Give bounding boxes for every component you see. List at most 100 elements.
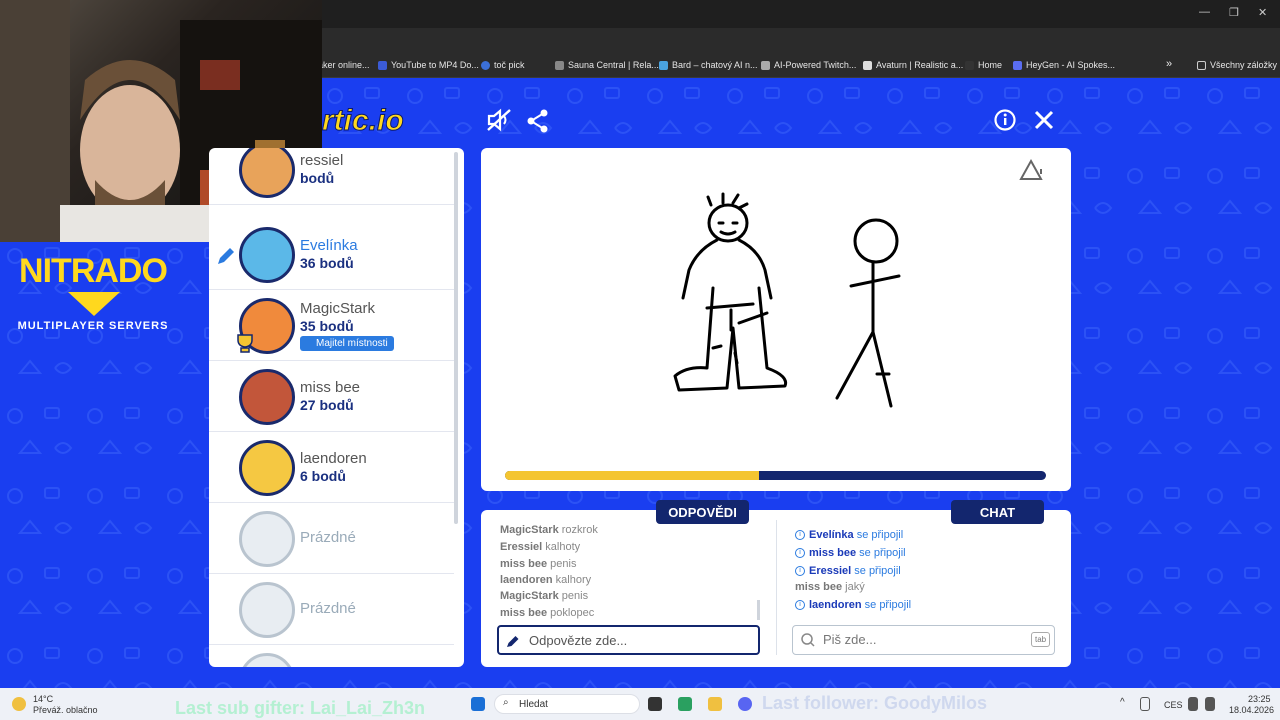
weather-text: Převáž. oblačno <box>33 705 98 715</box>
taskbar-search[interactable]: ⌕ Hledat <box>494 694 640 714</box>
bookmark[interactable]: Home <box>965 60 1002 70</box>
empty-slot <box>209 645 454 667</box>
player-avatar <box>239 369 295 425</box>
pencil-icon <box>218 248 234 264</box>
info-icon: i <box>795 566 805 577</box>
sponsor-arrow-icon <box>68 292 120 316</box>
warning-icon <box>1019 158 1043 180</box>
stream-overlay-follower: Last follower: GoodyMilos <box>762 693 988 713</box>
tab-answers[interactable]: ODPOVĚDI <box>656 500 749 524</box>
bookmark[interactable]: YouTube to MP4 Do... <box>378 60 479 70</box>
info-icon: i <box>795 548 805 559</box>
answer-item: Eressiel kalhoty <box>500 541 581 553</box>
chat-message: i Eressiel se připojil <box>795 565 901 577</box>
player-row-drawing: Evelínka 36 bodů <box>209 219 454 290</box>
sponsor-title: NITRADO <box>19 252 168 290</box>
mute-icon[interactable] <box>486 108 512 132</box>
chat-message: i laendoren se připojil <box>795 599 911 611</box>
chat-message: i miss bee se připojil <box>795 547 906 559</box>
discord-icon[interactable] <box>738 697 752 711</box>
drawing <box>673 158 1043 408</box>
stick-figures <box>673 192 901 408</box>
restore-icon[interactable]: ❐ <box>1229 6 1239 19</box>
player-avatar <box>239 148 295 198</box>
weather-temp: 14°C <box>33 694 54 704</box>
round-timer-fill <box>505 471 760 480</box>
empty-slot: Prázdné <box>209 574 454 645</box>
start-icon[interactable] <box>471 697 485 711</box>
empty-avatar <box>239 582 295 638</box>
player-name: miss bee <box>300 379 361 396</box>
weather-icon <box>12 697 26 711</box>
player-score: 27 bodů <box>300 397 354 413</box>
room-owner-badge: Majitel místnosti <box>300 336 394 351</box>
empty-label: Prázdné <box>300 529 356 546</box>
search-icon <box>801 633 815 647</box>
answer-input[interactable]: Odpovězte zde... <box>497 625 760 655</box>
player-avatar <box>239 440 295 496</box>
bookmark[interactable]: Avaturn | Realistic a... <box>863 60 963 70</box>
panel-divider <box>776 520 777 655</box>
trophy-icon <box>237 334 253 353</box>
bookmark[interactable]: HeyGen - AI Spokes... <box>1013 60 1115 70</box>
answer-item: miss bee penis <box>500 558 577 570</box>
player-row: miss bee 27 bodů <box>209 361 454 432</box>
search-icon: ⌕ <box>503 697 509 708</box>
empty-slot: Prázdné <box>209 503 454 574</box>
clock-time[interactable]: 23:25 <box>1248 694 1271 704</box>
info-icon: i <box>795 600 805 611</box>
more-bookmarks-icon[interactable]: » <box>1166 58 1172 70</box>
player-name: Evelínka <box>300 237 358 254</box>
player-name: MagicStark <box>300 300 376 317</box>
player-row: MagicStark 35 bodů Majitel místnosti <box>209 290 454 361</box>
player-row: ressiel bodů <box>209 148 454 205</box>
stream-overlay-sub-gifter: Last sub gifter: Lai_Lai_Zh3n <box>175 698 426 718</box>
info-icon[interactable] <box>994 109 1016 131</box>
explorer-icon[interactable] <box>708 697 722 711</box>
app-icon[interactable] <box>678 697 692 711</box>
chat-input[interactable]: Piš zde... tab <box>792 625 1055 655</box>
close-icon[interactable] <box>1034 110 1054 130</box>
info-icon: i <box>795 530 805 541</box>
drawing-canvas[interactable] <box>481 148 1071 491</box>
sponsor-subtitle: MULTIPLAYER SERVERS <box>17 320 169 332</box>
bookmark[interactable]: toč pick <box>481 60 525 70</box>
tab-chat[interactable]: CHAT <box>951 500 1044 524</box>
language-indicator[interactable]: CES <box>1164 700 1183 710</box>
answer-item: MagicStark rozkrok <box>500 524 598 536</box>
bookmark[interactable]: Bard – chatový AI n... <box>659 60 758 70</box>
empty-label: Prázdné <box>300 600 356 617</box>
player-score: 6 bodů <box>300 468 346 484</box>
chat-message: i Evelínka se připojil <box>795 529 903 541</box>
answer-item: miss bee poklopec <box>500 607 595 619</box>
players-panel: ressiel bodů Evelínka 36 bodů MagicStark… <box>209 148 464 667</box>
tab-hint: tab <box>1031 632 1051 647</box>
task-view-icon[interactable] <box>648 697 662 711</box>
volume-icon[interactable] <box>1205 697 1215 711</box>
player-score: 35 bodů <box>300 318 354 334</box>
answer-item: MagicStark penis <box>500 590 589 602</box>
bookmark[interactable]: Sauna Central | Rela... <box>555 60 659 70</box>
bookmark[interactable]: aker online... <box>318 60 370 70</box>
clock-date[interactable]: 18.04.2026 <box>1229 705 1274 715</box>
round-timer-bar <box>505 471 1046 480</box>
tray-chevron-icon[interactable]: ^ <box>1120 697 1125 708</box>
microphone-icon[interactable] <box>1140 697 1150 711</box>
empty-avatar <box>239 511 295 567</box>
player-name: ressiel <box>300 152 344 169</box>
empty-avatar <box>239 653 295 667</box>
bookmark[interactable]: AI-Powered Twitch... <box>761 60 856 70</box>
players-scrollbar[interactable] <box>454 152 458 524</box>
player-name: laendoren <box>300 450 367 467</box>
player-avatar <box>239 227 295 283</box>
player-score: 36 bodů <box>300 255 354 271</box>
player-row: laendoren 6 bodů <box>209 432 454 503</box>
game-logo: rtic.io <box>322 104 405 138</box>
player-score: bodů <box>300 170 335 186</box>
all-bookmarks[interactable]: Všechny záložky <box>1197 60 1277 70</box>
minimize-icon[interactable]: — <box>1199 6 1210 18</box>
share-icon[interactable] <box>526 109 550 133</box>
network-icon[interactable] <box>1188 697 1198 711</box>
answers-scrollbar[interactable] <box>757 600 760 620</box>
window-close-icon[interactable]: ✕ <box>1258 6 1267 19</box>
